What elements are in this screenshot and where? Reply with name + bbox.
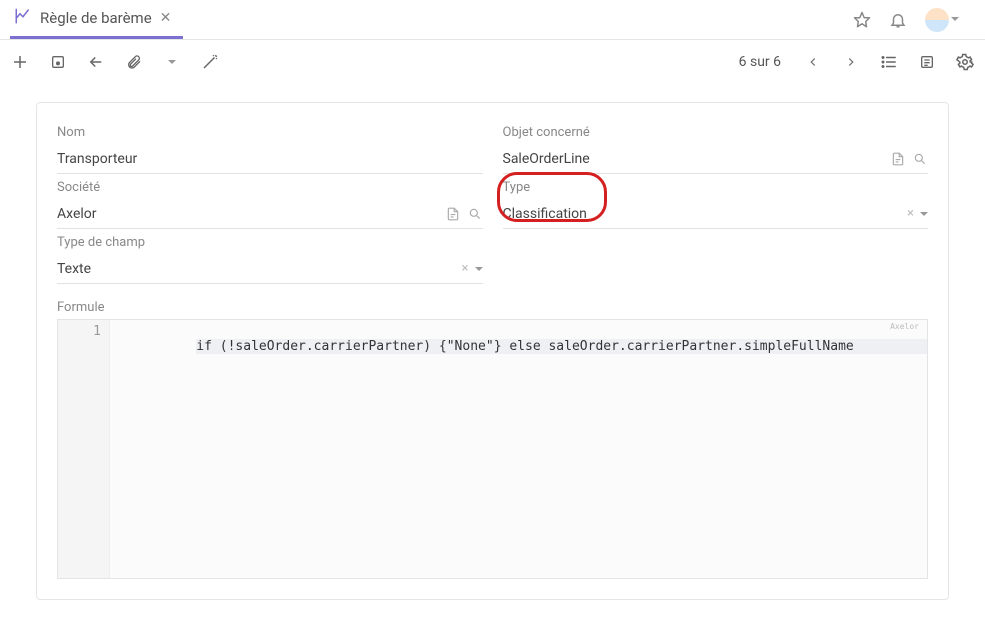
tab-bar-left: Règle de barème ✕ xyxy=(10,0,183,39)
field-label: Nom xyxy=(57,125,483,140)
form-card: Nom Transporteur Objet concerné SaleOrde… xyxy=(36,102,949,600)
form-view-icon[interactable] xyxy=(917,52,937,72)
list-view-icon[interactable] xyxy=(879,52,899,72)
field-value-row[interactable]: SaleOrderLine xyxy=(503,144,929,174)
document-icon[interactable] xyxy=(890,151,906,167)
search-icon[interactable] xyxy=(912,151,928,167)
search-icon[interactable] xyxy=(467,206,483,222)
field-value: SaleOrderLine xyxy=(503,151,885,167)
field-label: Type de champ xyxy=(57,235,483,250)
plus-icon[interactable] xyxy=(10,52,30,72)
field-value-row[interactable]: Texte × xyxy=(57,254,483,284)
chevron-down-icon[interactable] xyxy=(162,52,182,72)
field-societe: Société Axelor xyxy=(57,174,483,229)
field-objet: Objet concerné SaleOrderLine xyxy=(503,119,929,174)
toolbar-left xyxy=(10,52,220,72)
pager-next-icon[interactable] xyxy=(841,52,861,72)
tab-active[interactable]: Règle de barème ✕ xyxy=(10,0,183,39)
toolbar: 6 sur 6 xyxy=(0,40,985,84)
pager-text: 6 sur 6 xyxy=(739,54,781,70)
field-label: Formule xyxy=(57,300,928,315)
save-icon[interactable] xyxy=(48,52,68,72)
field-value: Axelor xyxy=(57,206,439,222)
dropdown-caret-icon[interactable] xyxy=(475,267,483,275)
dropdown-caret-icon[interactable] xyxy=(920,212,928,220)
bell-icon[interactable] xyxy=(889,11,907,29)
field-value-row[interactable]: Classification × xyxy=(503,199,929,229)
field-typechamp: Type de champ Texte × xyxy=(57,229,483,284)
code-line: if (!saleOrder.carrierPartner) {"None"} … xyxy=(196,339,927,354)
tab-bar: Règle de barème ✕ xyxy=(0,0,985,40)
avatar[interactable] xyxy=(925,8,949,32)
clear-icon[interactable]: × xyxy=(462,261,469,276)
toolbar-right: 6 sur 6 xyxy=(739,52,975,72)
pager-prev-icon[interactable] xyxy=(803,52,823,72)
empty-cell xyxy=(503,229,929,284)
field-type: Type Classification × xyxy=(503,174,929,229)
field-value: Texte xyxy=(57,261,456,277)
field-label: Objet concerné xyxy=(503,125,929,140)
field-value: Transporteur xyxy=(57,151,483,167)
paperclip-icon[interactable] xyxy=(124,52,144,72)
close-icon[interactable]: ✕ xyxy=(160,10,172,26)
wand-icon[interactable] xyxy=(200,52,220,72)
form-grid: Nom Transporteur Objet concerné SaleOrde… xyxy=(57,119,928,579)
code-editor[interactable]: 1 if (!saleOrder.carrierPartner) {"None"… xyxy=(57,319,928,579)
line-number: 1 xyxy=(58,324,101,339)
tab-bar-right xyxy=(853,8,975,32)
field-value-row[interactable]: Axelor xyxy=(57,199,483,229)
back-arrow-icon[interactable] xyxy=(86,52,106,72)
code-area[interactable]: if (!saleOrder.carrierPartner) {"None"} … xyxy=(110,320,927,578)
gear-icon[interactable] xyxy=(955,52,975,72)
tab-title: Règle de barème xyxy=(40,9,152,27)
field-nom: Nom Transporteur xyxy=(57,119,483,174)
code-gutter: 1 xyxy=(58,320,110,578)
document-icon[interactable] xyxy=(445,206,461,222)
line-chart-icon xyxy=(14,7,32,29)
clear-icon[interactable]: × xyxy=(907,206,914,221)
watermark: Axelor xyxy=(890,322,919,331)
field-label: Type xyxy=(503,180,929,195)
field-value: Classification xyxy=(503,206,902,222)
field-label: Société xyxy=(57,180,483,195)
field-formule: Formule 1 if (!saleOrder.carrierPartner)… xyxy=(57,294,928,579)
field-value-row[interactable]: Transporteur xyxy=(57,144,483,174)
star-icon[interactable] xyxy=(853,11,871,29)
